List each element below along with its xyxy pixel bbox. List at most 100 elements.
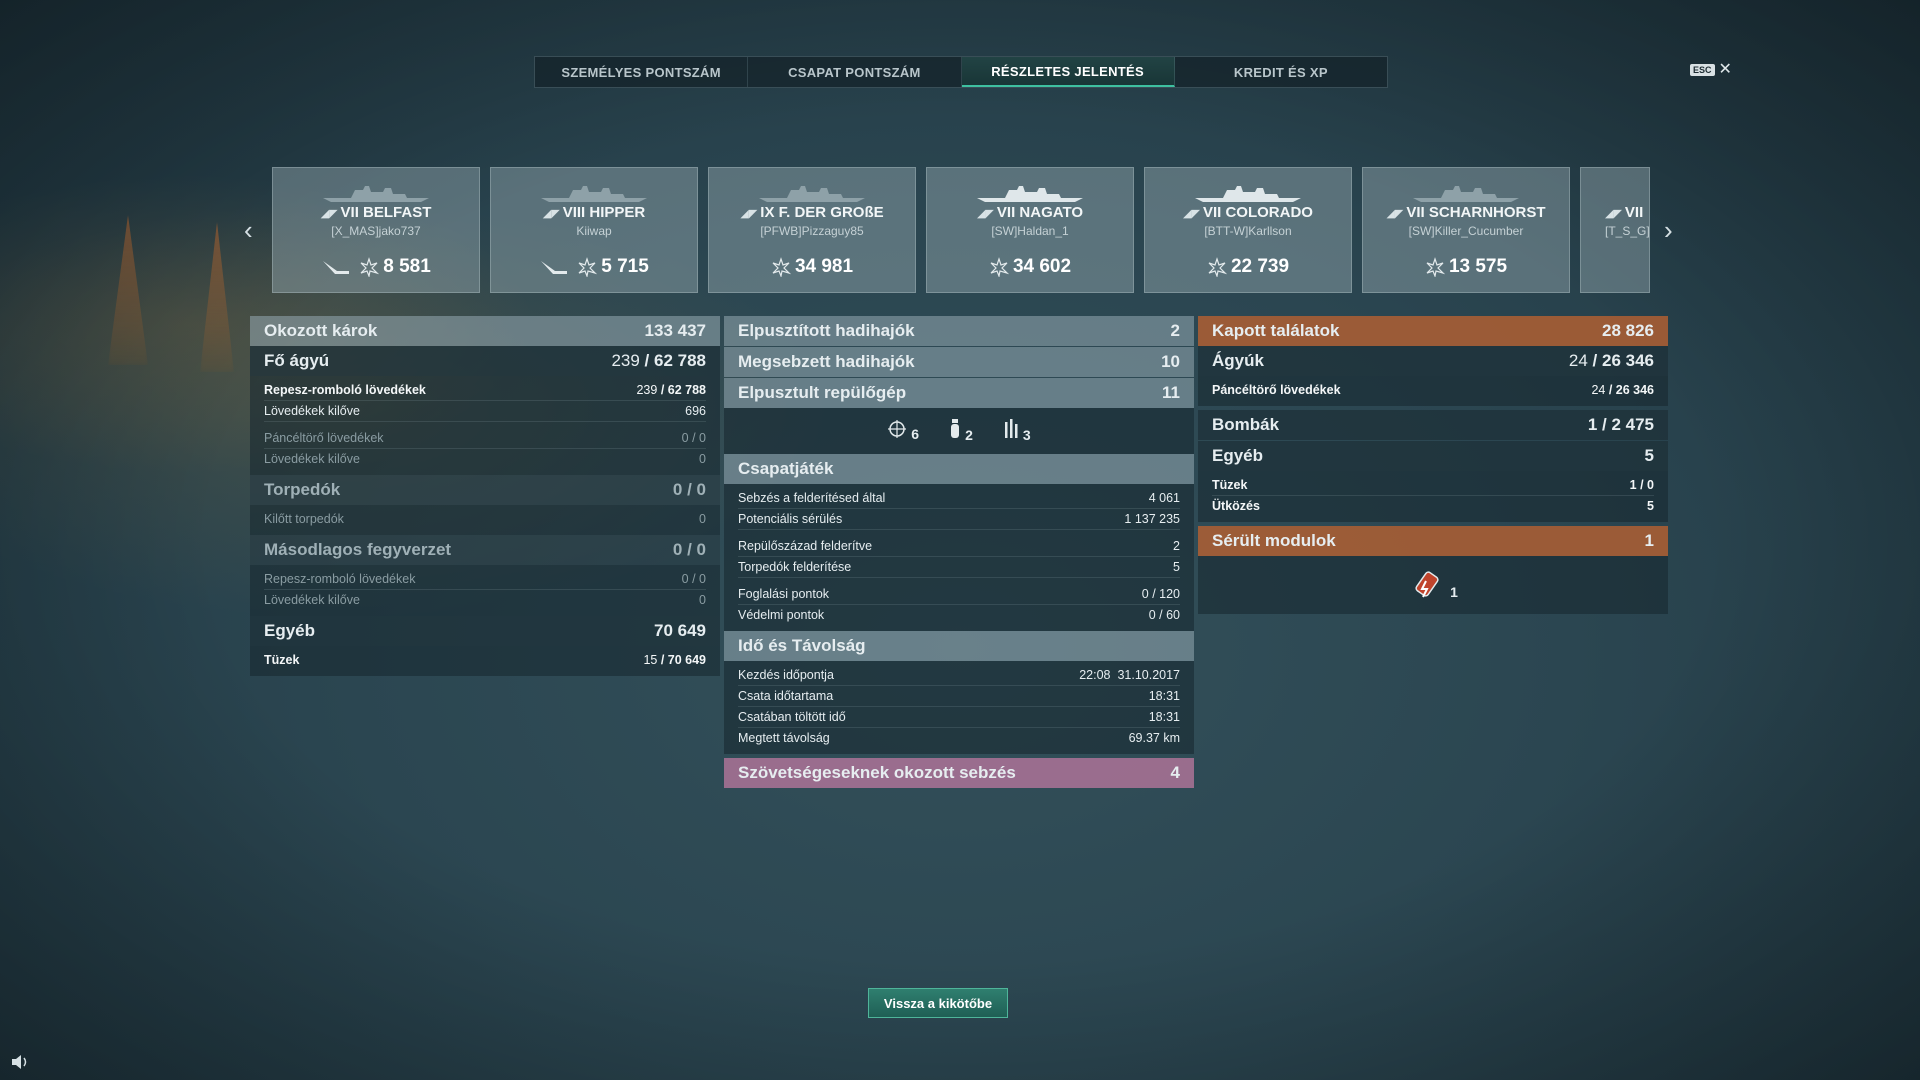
destroyed-planes-row: Elpusztult repülőgép 11 bbox=[724, 378, 1194, 408]
ship-name: VII NAGATO bbox=[996, 204, 1084, 221]
ship-class-icon: ◢◤ bbox=[976, 208, 994, 220]
ship-score: 5 715 bbox=[601, 256, 649, 277]
damage-dealt-header: Okozott károk 133 437 bbox=[250, 316, 720, 346]
ship-class-icon: ◢◤ bbox=[1386, 208, 1404, 220]
tab-credit-xp[interactable]: KREDIT ÉS XP bbox=[1175, 57, 1387, 87]
ship-score: 13 575 bbox=[1448, 256, 1508, 277]
time-distance-header: Idő és Távolság bbox=[724, 631, 1194, 661]
player-name: [PFWB]Pizzaguy85 bbox=[760, 224, 864, 238]
teamplay-details: Sebzés a felderítésed által 4 061 Potenci… bbox=[724, 484, 1194, 631]
ship-class-icon: ◢◤ bbox=[320, 208, 338, 220]
damage-burst-icon bbox=[772, 257, 791, 277]
player-name: [SW]Killer_Cucumber bbox=[1408, 224, 1524, 238]
ship-score: 34 602 bbox=[1012, 256, 1072, 277]
ship-name: VII bbox=[1624, 204, 1644, 221]
stat-line: Foglalási pontok 0 / 120 bbox=[738, 584, 1180, 605]
time-distance-details: Kezdés időpontja 22:08 31.10.2017 Csata i… bbox=[724, 661, 1194, 754]
close-button[interactable]: ESC ✕ bbox=[1690, 62, 1732, 78]
ally-damage-row: Szövetségeseknek okozott sebzés 4 bbox=[724, 758, 1194, 788]
torpedoes-row: Torpedók 0 / 0 bbox=[250, 475, 720, 505]
other-row: Egyéb 70 649 bbox=[250, 616, 720, 646]
stat-line: Védelmi pontok 0 / 60 bbox=[738, 608, 1180, 622]
ship-card[interactable]: ◢◤ VIII HIPPER Kiiwap 5 715 bbox=[490, 167, 698, 293]
other-received-row: Egyéb 5 bbox=[1198, 441, 1668, 471]
stat-line: Tüzek 1 / 0 bbox=[1212, 475, 1654, 496]
damage-burst-icon bbox=[578, 257, 598, 277]
stat-line: Lövedékek kilőve 696 bbox=[264, 401, 706, 422]
background-tree bbox=[200, 222, 234, 372]
ship-score: 22 739 bbox=[1230, 256, 1290, 277]
ship-silhouette-icon bbox=[977, 186, 1083, 202]
tab-personal-score[interactable]: SZEMÉLYES PONTSZÁM bbox=[535, 57, 749, 87]
main-battery-row: Fő ágyú 239 / 62 788 bbox=[250, 346, 720, 376]
ship-card[interactable]: ◢◤ VII [T_S_G] bbox=[1580, 167, 1650, 293]
player-name: [BTT-W]Karllson bbox=[1204, 224, 1292, 238]
prev-arrow-icon[interactable]: ‹ bbox=[244, 215, 253, 246]
sound-icon[interactable] bbox=[10, 1054, 30, 1070]
stat-line: Páncéltörő lövedékek 0 / 0 bbox=[264, 428, 706, 449]
stat-line: Kezdés időpontja 22:08 31.10.2017 bbox=[738, 665, 1180, 686]
stat-line: Potenciális sérülés 1 137 235 bbox=[738, 509, 1180, 530]
main-battery-details: Repesz-romboló lövedékek 239 / 62 788 Löv… bbox=[250, 376, 720, 475]
stat-line: Páncéltörő lövedékek 24 / 26 346 bbox=[1212, 383, 1654, 397]
ship-score: 34 981 bbox=[794, 256, 854, 277]
ship-card[interactable]: ◢◤ VII NAGATO [SW]Haldan_1 34 602 bbox=[926, 167, 1134, 293]
damage-burst-icon bbox=[990, 257, 1009, 277]
stat-line: Ütközés 5 bbox=[1212, 499, 1654, 513]
damaged-modules-header: Sérült modulok 1 bbox=[1198, 526, 1668, 556]
player-name: [X_MAS]jako737 bbox=[331, 224, 421, 238]
player-name: Kiiwap bbox=[576, 224, 612, 238]
ship-card[interactable]: ◢◤ VII COLORADO [BTT-W]Karllson 22 739 bbox=[1144, 167, 1352, 293]
stat-line: Kilőtt torpedók 0 bbox=[264, 512, 706, 526]
damaged-turret-icon bbox=[1415, 571, 1439, 598]
back-to-port-button[interactable]: Vissza a kikötőbe bbox=[868, 988, 1008, 1018]
report-tabs: SZEMÉLYES PONTSZÁM CSAPAT PONTSZÁM RÉSZL… bbox=[534, 56, 1388, 88]
plane-types-row: 6 2 3 bbox=[724, 408, 1194, 454]
stat-line: Csatában töltött idő 18:31 bbox=[738, 707, 1180, 728]
bombs-row: Bombák 1 / 2 475 bbox=[1198, 410, 1668, 440]
ship-class-icon: ◢◤ bbox=[740, 208, 758, 220]
ship-card[interactable]: ◢◤ VII SCHARNHORST [SW]Killer_Cucumber 13… bbox=[1362, 167, 1570, 293]
teamplay-header: Csapatjáték bbox=[724, 454, 1194, 484]
guns-row: Ágyúk 24 / 26 346 bbox=[1198, 346, 1668, 376]
tab-detailed-report[interactable]: RÉSZLETES JELENTÉS bbox=[961, 57, 1175, 87]
stat-line: Tüzek 15 / 70 649 bbox=[264, 653, 706, 667]
hits-received-header: Kapott találatok 28 826 bbox=[1198, 316, 1668, 346]
module-icons-row: 1 bbox=[1198, 556, 1668, 614]
plane-icon bbox=[323, 261, 350, 274]
stat-line: Sebzés a felderítésed által 4 061 bbox=[738, 488, 1180, 509]
ship-name: VII COLORADO bbox=[1202, 204, 1313, 221]
ship-silhouette-icon bbox=[759, 186, 865, 202]
stat-line: Repesz-romboló lövedékek 239 / 62 788 bbox=[264, 380, 706, 401]
damage-burst-icon bbox=[1208, 257, 1227, 277]
battle-panel: Elpusztított hadihajók 2 Megsebzett hadih… bbox=[724, 316, 1194, 788]
stat-line: Lövedékek kilőve 0 bbox=[264, 593, 706, 607]
ship-cards: ◢◤ VII BELFAST [X_MAS]jako737 8 581 ◢◤ VII… bbox=[272, 167, 1652, 293]
stat-line: Lövedékek kilőve 0 bbox=[264, 452, 706, 466]
received-panel: Kapott találatok 28 826 Ágyúk 24 / 26 346… bbox=[1198, 316, 1668, 614]
esc-key-badge: ESC bbox=[1690, 64, 1715, 76]
secondary-row: Másodlagos fegyverzet 0 / 0 bbox=[250, 535, 720, 565]
crosshair-icon bbox=[888, 420, 907, 438]
ship-silhouette-icon bbox=[541, 186, 647, 202]
damage-burst-icon bbox=[1426, 257, 1445, 277]
stat-line: Megtett távolság 69.37 km bbox=[738, 731, 1180, 745]
stat-line: Torpedók felderítése 5 bbox=[738, 557, 1180, 578]
ship-silhouette-icon bbox=[1195, 186, 1301, 202]
background-tree bbox=[108, 215, 148, 365]
player-name: [T_S_G] bbox=[1605, 224, 1650, 238]
ship-name: VII SCHARNHORST bbox=[1406, 204, 1546, 221]
damage-panel: Okozott károk 133 437 Fő ágyú 239 / 62 7… bbox=[250, 316, 720, 676]
ship-name: VIII HIPPER bbox=[562, 204, 646, 221]
ship-card[interactable]: ◢◤ VII BELFAST [X_MAS]jako737 8 581 bbox=[272, 167, 480, 293]
ship-silhouette-icon bbox=[323, 186, 429, 202]
ship-card[interactable]: ◢◤ IX F. DER GROßE [PFWB]Pizzaguy85 34 98… bbox=[708, 167, 916, 293]
ship-score: 8 581 bbox=[383, 256, 431, 277]
plane-icon bbox=[541, 261, 568, 274]
tab-team-score[interactable]: CSAPAT PONTSZÁM bbox=[748, 57, 962, 87]
damage-burst-icon bbox=[360, 257, 380, 277]
ship-name: VII BELFAST bbox=[340, 204, 432, 221]
ship-name: IX F. DER GROßE bbox=[760, 204, 884, 221]
damaged-ships-row: Megsebzett hadihajók 10 bbox=[724, 347, 1194, 377]
next-arrow-icon[interactable]: › bbox=[1664, 215, 1673, 246]
